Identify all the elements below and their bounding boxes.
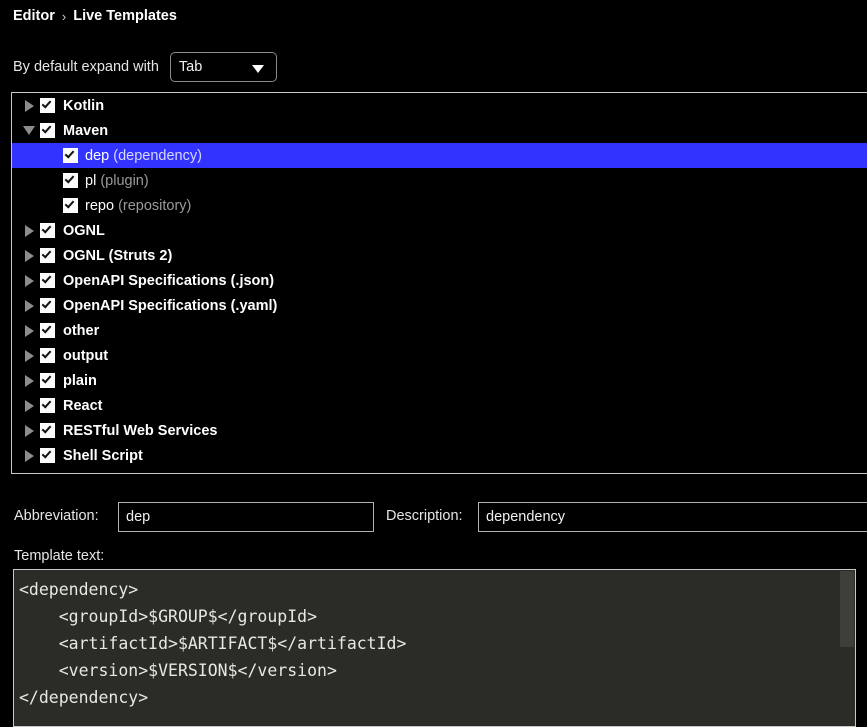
- checkbox-icon[interactable]: [40, 123, 55, 138]
- live-templates-tree-panel[interactable]: KotlinMavendep (dependency)pl (plugin)re…: [11, 92, 867, 474]
- tree-row[interactable]: repo (repository): [12, 193, 867, 218]
- tree-row[interactable]: React: [12, 393, 867, 418]
- breadcrumb-separator-icon: ›: [62, 9, 66, 24]
- tree-row[interactable]: OGNL (Struts 2): [12, 243, 867, 268]
- expand-triangle-icon[interactable]: [18, 450, 40, 462]
- tree-row-description: (dependency): [113, 148, 202, 164]
- tree-row-label: OpenAPI Specifications (.json): [63, 273, 274, 289]
- checkbox-icon[interactable]: [40, 98, 55, 113]
- description-label: Description:: [386, 508, 463, 524]
- tree-row[interactable]: RESTful Web Services: [12, 418, 867, 443]
- checkbox-icon[interactable]: [40, 323, 55, 338]
- tree-row-description: (repository): [118, 198, 191, 214]
- editor-vertical-scrollbar[interactable]: [840, 571, 854, 727]
- tree-row-label: OGNL: [63, 223, 105, 239]
- checkbox-icon[interactable]: [40, 348, 55, 363]
- checkbox-icon[interactable]: [40, 273, 55, 288]
- tree-row-label: Shell Script: [63, 448, 143, 464]
- expand-triangle-icon[interactable]: [18, 400, 40, 412]
- abbreviation-input[interactable]: dep: [118, 502, 374, 532]
- expand-with-row: By default expand with Tab: [13, 52, 277, 82]
- chevron-down-icon: [252, 65, 264, 73]
- abbreviation-label: Abbreviation:: [14, 508, 99, 524]
- breadcrumb-item-live-templates[interactable]: Live Templates: [73, 8, 177, 24]
- tree-row[interactable]: output: [12, 343, 867, 368]
- expand-triangle-icon[interactable]: [18, 425, 40, 437]
- tree-row-label: OGNL (Struts 2): [63, 248, 172, 264]
- breadcrumb: Editor › Live Templates: [13, 8, 177, 24]
- expand-triangle-icon[interactable]: [18, 250, 40, 262]
- editor-scrollbar-thumb[interactable]: [840, 571, 854, 647]
- expand-triangle-icon[interactable]: [18, 275, 40, 287]
- expand-triangle-icon[interactable]: [18, 350, 40, 362]
- tree-row-description: (plugin): [100, 173, 148, 189]
- checkbox-icon[interactable]: [40, 448, 55, 463]
- expand-triangle-icon[interactable]: [18, 375, 40, 387]
- checkbox-icon[interactable]: [40, 398, 55, 413]
- expand-triangle-icon[interactable]: [18, 325, 40, 337]
- checkbox-icon[interactable]: [40, 373, 55, 388]
- tree-row[interactable]: Maven: [12, 118, 867, 143]
- checkbox-icon[interactable]: [63, 198, 78, 213]
- description-input[interactable]: dependency: [478, 502, 867, 532]
- tree-row-label: dep: [85, 148, 109, 164]
- tree-row[interactable]: other: [12, 318, 867, 343]
- checkbox-icon[interactable]: [40, 298, 55, 313]
- live-templates-settings-page: Editor › Live Templates By default expan…: [0, 0, 867, 727]
- tree-row[interactable]: pl (plugin): [12, 168, 867, 193]
- tree-row-label: OpenAPI Specifications (.yaml): [63, 298, 277, 314]
- checkbox-icon[interactable]: [40, 423, 55, 438]
- template-text-label: Template text:: [14, 548, 104, 564]
- tree-row-label: plain: [63, 373, 97, 389]
- template-text-editor[interactable]: <dependency> <groupId>$GROUP$</groupId> …: [13, 569, 856, 727]
- tree-row-label: repo: [85, 198, 114, 214]
- live-templates-tree: KotlinMavendep (dependency)pl (plugin)re…: [12, 93, 867, 473]
- tree-row[interactable]: OpenAPI Specifications (.yaml): [12, 293, 867, 318]
- expand-triangle-icon[interactable]: [18, 225, 40, 237]
- expand-with-dropdown[interactable]: Tab: [170, 52, 277, 82]
- tree-row[interactable]: dep (dependency): [12, 143, 867, 168]
- tree-row-description-wrap: (dependency): [109, 148, 202, 164]
- tree-row-label: Maven: [63, 123, 108, 139]
- template-text-content[interactable]: <dependency> <groupId>$GROUP$</groupId> …: [14, 570, 855, 711]
- expand-with-label: By default expand with: [13, 59, 159, 75]
- expand-triangle-icon[interactable]: [18, 300, 40, 312]
- checkbox-icon[interactable]: [40, 223, 55, 238]
- tree-row-label: Kotlin: [63, 98, 104, 114]
- tree-row-description-wrap: (repository): [114, 198, 191, 214]
- tree-row-label: pl: [85, 173, 96, 189]
- tree-row-label: RESTful Web Services: [63, 423, 217, 439]
- checkbox-icon[interactable]: [63, 148, 78, 163]
- expand-with-selected-value: Tab: [179, 59, 202, 75]
- tree-row[interactable]: OpenAPI Specifications (.json): [12, 268, 867, 293]
- tree-row[interactable]: OGNL: [12, 218, 867, 243]
- tree-row-label: output: [63, 348, 108, 364]
- breadcrumb-item-editor[interactable]: Editor: [13, 8, 55, 24]
- tree-row[interactable]: plain: [12, 368, 867, 393]
- tree-row[interactable]: Shell Script: [12, 443, 867, 468]
- checkbox-icon[interactable]: [63, 173, 78, 188]
- expand-triangle-icon[interactable]: [18, 100, 40, 112]
- tree-row-label: React: [63, 398, 103, 414]
- checkbox-icon[interactable]: [40, 248, 55, 263]
- tree-row-label: other: [63, 323, 99, 339]
- abbreviation-value: dep: [126, 509, 150, 525]
- template-fields-row: Abbreviation: dep Description: dependenc…: [0, 502, 867, 532]
- tree-row[interactable]: Kotlin: [12, 93, 867, 118]
- tree-row-description-wrap: (plugin): [96, 173, 148, 189]
- description-value: dependency: [486, 509, 565, 525]
- collapse-triangle-icon[interactable]: [18, 126, 40, 135]
